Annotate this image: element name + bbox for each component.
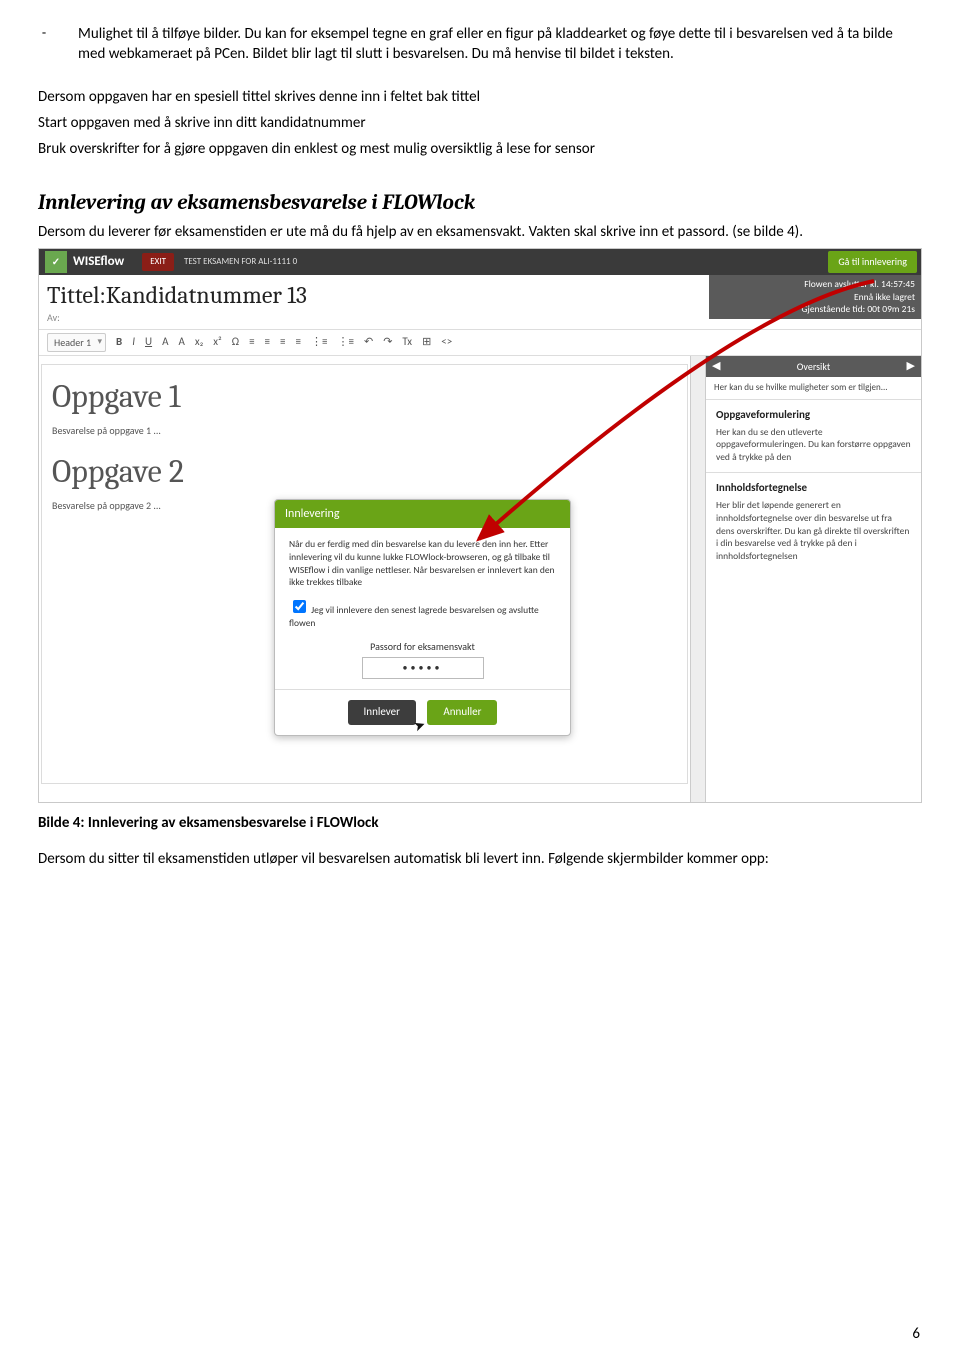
overview-next-icon[interactable]: ▶ (907, 359, 915, 374)
align-center-button[interactable]: ≡ (265, 335, 270, 350)
bullet-list-button[interactable]: ⋮≡ (311, 335, 327, 350)
answer-text-1: Besvarelse på oppgave 1 ... (52, 424, 677, 438)
modal-title: Innlevering (275, 500, 570, 528)
confirm-checkbox-label: Jeg vil innlevere den senest lagrede bes… (289, 604, 539, 629)
screenshot-wiseflow: ✓ WISEflow EXIT TEST EKSAMEN FOR ALI-111… (38, 248, 922, 803)
ov-block1-title: Oppgaveformulering (716, 408, 911, 423)
number-list-button[interactable]: ⋮≡ (337, 335, 353, 350)
submit-button[interactable]: Innlever (348, 700, 416, 725)
status-panel: Flowen avslutter kl. 14:57:45 Ennå ikke … (709, 275, 921, 319)
ov-block2-desc: Her blir det løpende generert en innhold… (716, 499, 911, 563)
overview-title: Oversikt (797, 360, 830, 374)
status-saved: Ennå ikke lagret (715, 291, 915, 304)
ov-block1-desc: Her kan du se den utleverte oppgaveformu… (716, 426, 911, 464)
italic-button[interactable]: I (132, 335, 135, 350)
table-button[interactable]: ⊞ (422, 335, 431, 350)
underline-button[interactable]: U (145, 335, 152, 350)
bullet-item: - Mulighet til å tilføye bilder. Du kan … (38, 24, 922, 65)
outro-text: Dersom du sitter til eksamenstiden utløp… (38, 849, 922, 869)
status-endtime: Flowen avslutter kl. 14:57:45 (715, 278, 915, 291)
page-number: 6 (912, 1324, 920, 1344)
section-intro: Dersom du leverer før eksamenstiden er u… (38, 222, 922, 242)
brand-label: WISEflow (73, 253, 124, 271)
confirm-checkbox[interactable] (293, 600, 306, 613)
superscript-button[interactable]: x² (213, 335, 221, 350)
submit-modal: Innlevering Når du er ferdig med din bes… (274, 499, 571, 736)
body-line-1: Dersom oppgaven har en spesiell tittel s… (38, 87, 922, 107)
align-right-button[interactable]: ≡ (280, 335, 285, 350)
heading-oppgave-1: Oppgave 1 (52, 375, 677, 418)
redo-button[interactable]: ↷ (383, 335, 392, 350)
password-label: Passord for eksamensvakt (289, 640, 556, 654)
figure-caption: Bilde 4: Innlevering av eksamensbesvarel… (38, 813, 922, 833)
textcolor-button[interactable]: A (162, 335, 168, 350)
section-title: Innlevering av eksamensbesvarelse i FLOW… (38, 189, 922, 217)
title-value[interactable]: Kandidatnummer 13 (106, 281, 307, 309)
bullet-text: Mulighet til å tilføye bilder. Du kan fo… (78, 24, 922, 65)
ov-block2-title: Innholdsfortegnelse (716, 481, 911, 496)
bullet-dash: - (38, 24, 50, 65)
heading-oppgave-2: Oppgave 2 (52, 450, 677, 493)
bgcolor-button[interactable]: A (178, 335, 184, 350)
overview-hint: Her kan du se hvilke muligheter som er t… (706, 377, 921, 399)
cancel-button[interactable]: Annuller (427, 700, 497, 725)
author-label: Av: (47, 311, 701, 325)
subscript-button[interactable]: x₂ (195, 335, 203, 350)
wiseflow-logo: ✓ (45, 251, 67, 273)
bold-button[interactable]: B (116, 335, 122, 350)
password-input[interactable]: ••••• (362, 657, 484, 679)
symbol-button[interactable]: Ω (232, 335, 239, 350)
editor-toolbar: Header 1 B I U A A x₂ x² Ω ≡ ≡ ≡ ≡ ⋮≡ ⋮≡… (39, 330, 921, 357)
body-line-3: Bruk overskrifter for å gjøre oppgaven d… (38, 139, 922, 159)
heading-select[interactable]: Header 1 (47, 333, 106, 353)
align-left-button[interactable]: ≡ (249, 335, 254, 350)
status-remaining: Gjenstående tid: 00t 09m 21s (715, 303, 915, 316)
overview-prev-icon[interactable]: ◀ (712, 359, 720, 374)
undo-button[interactable]: ↶ (364, 335, 373, 350)
align-justify-button[interactable]: ≡ (296, 335, 301, 350)
overview-sidebar: ◀ Oversikt ▶ Her kan du se hvilke muligh… (706, 356, 921, 802)
exit-button[interactable]: EXIT (142, 253, 174, 271)
clear-format-button[interactable]: Tx (402, 335, 412, 350)
title-prefix: Tittel: (47, 281, 106, 309)
test-label: TEST EKSAMEN FOR ALI-1111 0 (184, 256, 297, 268)
code-button[interactable]: <> (441, 335, 452, 350)
modal-body: Når du er ferdig med din besvarelse kan … (289, 538, 556, 589)
body-line-2: Start oppgaven med å skrive inn ditt kan… (38, 113, 922, 133)
go-to-submit-button[interactable]: Gå til innlevering (828, 251, 917, 273)
vertical-ruler (690, 356, 706, 802)
